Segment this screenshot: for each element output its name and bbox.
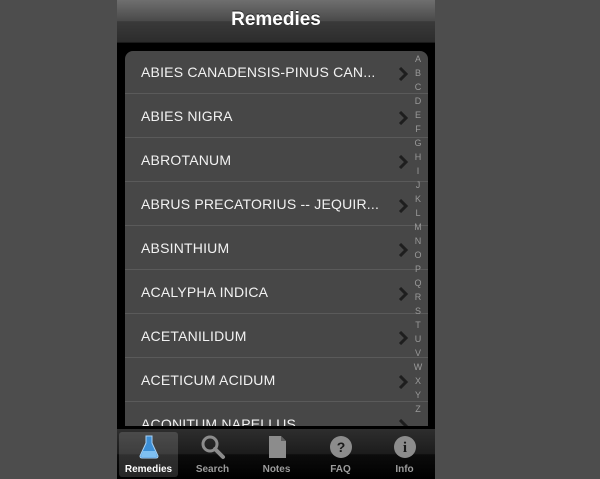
chevron-right-icon: [398, 67, 409, 81]
list-item-label: ACALYPHA INDICA: [141, 284, 269, 300]
tab-label: Remedies: [124, 464, 173, 475]
tab-remedies[interactable]: Remedies: [117, 429, 180, 479]
list-item-label: ACONITUM NAPELLUS: [141, 416, 297, 426]
list-item[interactable]: ABRUS PRECATORIUS -- JEQUIR...: [125, 183, 428, 226]
index-letter[interactable]: X: [411, 376, 425, 386]
alphabet-index[interactable]: A B C D E F G H I J K L M N O P Q R S T …: [411, 54, 425, 414]
index-letter[interactable]: S: [411, 306, 425, 316]
index-letter[interactable]: B: [411, 68, 425, 78]
tab-info[interactable]: i Info: [373, 429, 435, 479]
tab-bar: Remedies Search Notes ? FAQ i Info: [117, 429, 435, 479]
svg-text:?: ?: [337, 439, 346, 455]
list-item-label: ABIES CANADENSIS-PINUS CAN...: [141, 64, 376, 80]
index-letter[interactable]: W: [411, 362, 425, 372]
index-letter[interactable]: O: [411, 250, 425, 260]
note-icon: [269, 436, 286, 458]
chevron-right-icon: [398, 199, 409, 213]
chevron-right-icon: [398, 111, 409, 125]
index-letter[interactable]: M: [411, 222, 425, 232]
list-item-label: ACETICUM ACIDUM: [141, 372, 276, 388]
list-item[interactable]: ABSINTHIUM: [125, 227, 428, 270]
list-item[interactable]: ACETANILIDUM: [125, 315, 428, 358]
navigation-bar: Remedies: [117, 0, 435, 43]
info-icon: i: [394, 436, 416, 458]
index-letter[interactable]: Z: [411, 404, 425, 414]
chevron-right-icon: [398, 375, 409, 389]
index-letter[interactable]: L: [411, 208, 425, 218]
index-letter[interactable]: N: [411, 236, 425, 246]
index-letter[interactable]: G: [411, 138, 425, 148]
index-letter[interactable]: U: [411, 334, 425, 344]
list-item[interactable]: ACETICUM ACIDUM: [125, 359, 428, 402]
index-letter[interactable]: Q: [411, 278, 425, 288]
tab-notes[interactable]: Notes: [245, 429, 308, 479]
index-letter[interactable]: D: [411, 96, 425, 106]
tab-faq[interactable]: ? FAQ: [309, 429, 372, 479]
index-letter[interactable]: Y: [411, 390, 425, 400]
list-item[interactable]: ABROTANUM: [125, 139, 428, 182]
list-item[interactable]: ABIES NIGRA: [125, 95, 428, 138]
index-letter[interactable]: J: [411, 180, 425, 190]
remedies-list[interactable]: ABIES CANADENSIS-PINUS CAN... ABIES NIGR…: [125, 51, 428, 426]
chevron-right-icon: [398, 287, 409, 301]
question-icon: ?: [330, 436, 352, 458]
index-letter[interactable]: F: [411, 124, 425, 134]
index-letter[interactable]: A: [411, 54, 425, 64]
svg-text:i: i: [403, 440, 407, 456]
index-letter[interactable]: T: [411, 320, 425, 330]
list-item-label: ABIES NIGRA: [141, 108, 233, 124]
list-item-label: ACETANILIDUM: [141, 328, 247, 344]
tab-label: Search: [195, 464, 230, 475]
page-title: Remedies: [231, 9, 321, 30]
list-item[interactable]: ABIES CANADENSIS-PINUS CAN...: [125, 51, 428, 94]
index-letter[interactable]: H: [411, 152, 425, 162]
magnifier-icon: [201, 435, 225, 459]
index-letter[interactable]: E: [411, 110, 425, 120]
flask-icon: [139, 435, 159, 459]
tab-search[interactable]: Search: [181, 429, 244, 479]
index-letter[interactable]: P: [411, 264, 425, 274]
tab-label: Notes: [262, 464, 291, 475]
list-item[interactable]: ACONITUM NAPELLUS: [125, 403, 428, 426]
index-letter[interactable]: K: [411, 194, 425, 204]
chevron-right-icon: [398, 243, 409, 257]
phone-screen: Remedies ABIES CANADENSIS-PINUS CAN... A…: [117, 0, 435, 479]
list-item[interactable]: ACALYPHA INDICA: [125, 271, 428, 314]
chevron-right-icon: [398, 331, 409, 345]
list-item-label: ABSINTHIUM: [141, 240, 230, 256]
index-letter[interactable]: V: [411, 348, 425, 358]
list-item-label: ABROTANUM: [141, 152, 232, 168]
list-item-label: ABRUS PRECATORIUS -- JEQUIR...: [141, 196, 380, 212]
index-letter[interactable]: I: [411, 166, 425, 176]
tab-label: Info: [395, 464, 414, 475]
chevron-right-icon: [398, 155, 409, 169]
index-letter[interactable]: R: [411, 292, 425, 302]
index-letter[interactable]: C: [411, 82, 425, 92]
tab-label: FAQ: [330, 464, 351, 475]
chevron-right-icon: [398, 419, 409, 426]
